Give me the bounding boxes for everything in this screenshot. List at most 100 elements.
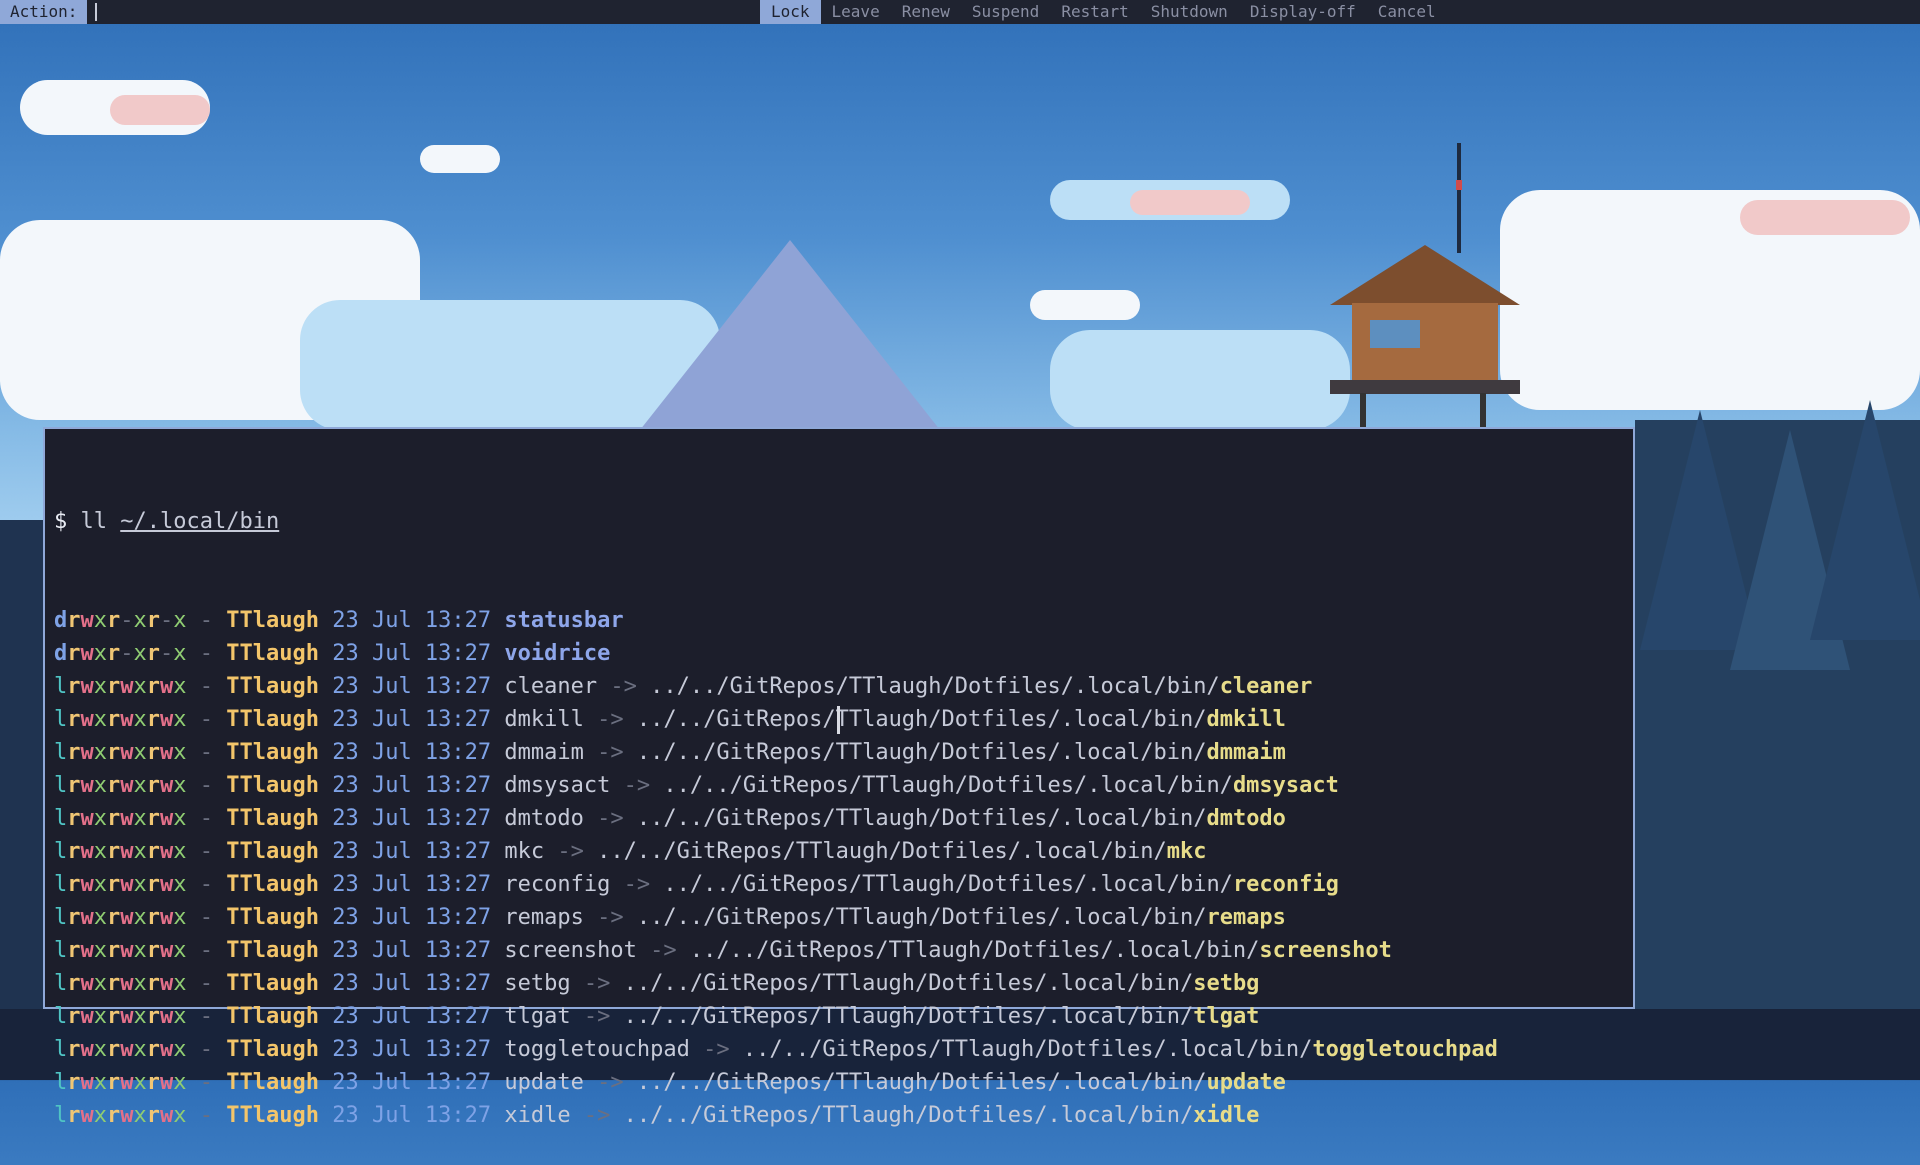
command-argument: ~/.local/bin — [120, 509, 280, 534]
size: - — [199, 1070, 213, 1095]
owner: TTlaugh — [226, 773, 319, 798]
link-target-file: dmtodo — [1206, 806, 1286, 831]
size: - — [199, 641, 213, 666]
permissions: drwxr-xr-x — [54, 641, 187, 666]
directory-name: statusbar — [504, 608, 624, 633]
link-target-file: setbg — [1193, 971, 1260, 996]
action-option-cancel[interactable]: Cancel — [1367, 0, 1447, 24]
link-target-file: remaps — [1206, 905, 1286, 930]
action-option-restart[interactable]: Restart — [1050, 0, 1139, 24]
file-listing: drwxr-xr-x - TTlaugh 23 Jul 13:27 status… — [54, 604, 1633, 1132]
listing-row: lrwxrwxrwx - TTlaugh 23 Jul 13:27 update… — [54, 1066, 1633, 1099]
cloud — [1030, 290, 1140, 320]
link-name: mkc — [504, 839, 545, 864]
action-input[interactable] — [95, 3, 103, 21]
modified-date: 23 Jul 13:27 — [332, 806, 492, 831]
listing-row: lrwxrwxrwx - TTlaugh 23 Jul 13:27 tlgat … — [54, 1000, 1633, 1033]
owner: TTlaugh — [226, 905, 319, 930]
owner: TTlaugh — [226, 740, 319, 765]
tree — [1810, 400, 1920, 640]
action-option-shutdown[interactable]: Shutdown — [1140, 0, 1239, 24]
permissions: lrwxrwxrwx — [54, 806, 187, 831]
modified-date: 23 Jul 13:27 — [332, 905, 492, 930]
link-name: dmtodo — [504, 806, 584, 831]
modified-date: 23 Jul 13:27 — [332, 1004, 492, 1029]
link-target-dir: ../../GitRepos/TTlaugh/Dotfiles/.local/b… — [742, 1037, 1313, 1062]
link-name: dmsysact — [504, 773, 611, 798]
action-option-display-off[interactable]: Display-off — [1239, 0, 1367, 24]
link-target-dir: ../../GitRepos/TTlaugh/Dotfiles/.local/b… — [663, 872, 1233, 897]
link-target-file: mkc — [1166, 839, 1207, 864]
action-option-renew[interactable]: Renew — [891, 0, 961, 24]
command-line: $ ll ~/.local/bin — [54, 505, 1633, 538]
link-name: toggletouchpad — [504, 1037, 690, 1062]
link-arrow: -> — [597, 707, 624, 732]
link-target-dir: ../../GitRepos/TTlaugh/Dotfiles/.local/b… — [636, 905, 1207, 930]
size: - — [199, 872, 213, 897]
link-target-dir: ../../GitRepos/TTlaugh/Dotfiles/.local/b… — [636, 1070, 1207, 1095]
link-arrow: -> — [597, 740, 624, 765]
size: - — [199, 839, 213, 864]
owner: TTlaugh — [226, 971, 319, 996]
link-arrow: -> — [597, 1070, 624, 1095]
action-option-lock[interactable]: Lock — [760, 0, 821, 24]
listing-row: lrwxrwxrwx - TTlaugh 23 Jul 13:27 toggle… — [54, 1033, 1633, 1066]
permissions: lrwxrwxrwx — [54, 938, 187, 963]
owner: TTlaugh — [226, 1037, 319, 1062]
permissions: lrwxrwxrwx — [54, 1070, 187, 1095]
link-arrow: -> — [583, 971, 611, 996]
link-target-file: dmsysact — [1232, 773, 1339, 798]
listing-row: drwxr-xr-x - TTlaugh 23 Jul 13:27 voidri… — [54, 637, 1633, 670]
antenna-light — [1456, 180, 1462, 190]
size: - — [199, 674, 213, 699]
size: - — [199, 1103, 213, 1128]
listing-row: lrwxrwxrwx - TTlaugh 23 Jul 13:27 dmmaim… — [54, 736, 1633, 769]
link-arrow: -> — [583, 1103, 611, 1128]
modified-date: 23 Jul 13:27 — [332, 773, 492, 798]
permissions: drwxr-xr-x — [54, 608, 187, 633]
link-target-dir: ../../GitRepos/TTlaugh/Dotfiles/.local/b… — [636, 806, 1207, 831]
action-option-leave[interactable]: Leave — [821, 0, 891, 24]
owner: TTlaugh — [226, 1004, 319, 1029]
action-option-suspend[interactable]: Suspend — [961, 0, 1050, 24]
action-menu-bar: Action: Lock Leave Renew Suspend Restart Shut… — [0, 0, 1920, 24]
link-target-dir: ../../GitRepos/TTlaugh/Dotfiles/.local/b… — [636, 707, 1207, 732]
listing-row: lrwxrwxrwx - TTlaugh 23 Jul 13:27 mkc ->… — [54, 835, 1633, 868]
modified-date: 23 Jul 13:27 — [332, 872, 492, 897]
lookout-tower — [1330, 245, 1520, 433]
listing-row: lrwxrwxrwx - TTlaugh 23 Jul 13:27 xidle … — [54, 1099, 1633, 1132]
link-target-dir: ../../GitRepos/TTlaugh/Dotfiles/.local/b… — [623, 1004, 1194, 1029]
permissions: lrwxrwxrwx — [54, 905, 187, 930]
command: ll — [80, 509, 108, 534]
link-target-dir: ../../GitRepos/TTlaugh/Dotfiles/.local/b… — [623, 1103, 1194, 1128]
link-target-file: tlgat — [1193, 1004, 1260, 1029]
link-name: remaps — [504, 905, 584, 930]
size: - — [199, 1004, 213, 1029]
link-target-file: xidle — [1193, 1103, 1260, 1128]
link-arrow: -> — [703, 1037, 730, 1062]
size: - — [199, 1037, 213, 1062]
link-arrow: -> — [557, 839, 584, 864]
permissions: lrwxrwxrwx — [54, 839, 187, 864]
owner: TTlaugh — [226, 608, 319, 633]
modified-date: 23 Jul 13:27 — [332, 971, 492, 996]
link-arrow: -> — [623, 872, 651, 897]
modified-date: 23 Jul 13:27 — [332, 1070, 492, 1095]
listing-row: lrwxrwxrwx - TTlaugh 23 Jul 13:27 remaps… — [54, 901, 1633, 934]
listing-row: lrwxrwxrwx - TTlaugh 23 Jul 13:27 setbg … — [54, 967, 1633, 1000]
listing-row: lrwxrwxrwx - TTlaugh 23 Jul 13:27 cleane… — [54, 670, 1633, 703]
size: - — [199, 971, 213, 996]
link-target-dir: ../../GitRepos/TTlaugh/Dotfiles/.local/b… — [623, 971, 1194, 996]
link-target-file: dmmaim — [1206, 740, 1286, 765]
permissions: lrwxrwxrwx — [54, 1004, 187, 1029]
cloud — [1130, 190, 1250, 215]
size: - — [199, 707, 213, 732]
link-target-file: toggletouchpad — [1312, 1037, 1498, 1062]
permissions: lrwxrwxrwx — [54, 740, 187, 765]
permissions: lrwxrwxrwx — [54, 674, 187, 699]
size: - — [199, 905, 213, 930]
link-name: xidle — [504, 1103, 571, 1128]
modified-date: 23 Jul 13:27 — [332, 938, 492, 963]
link-target-dir: ../../GitRepos/TTlaugh/Dotfiles/.local/b… — [663, 773, 1233, 798]
size: - — [199, 608, 213, 633]
